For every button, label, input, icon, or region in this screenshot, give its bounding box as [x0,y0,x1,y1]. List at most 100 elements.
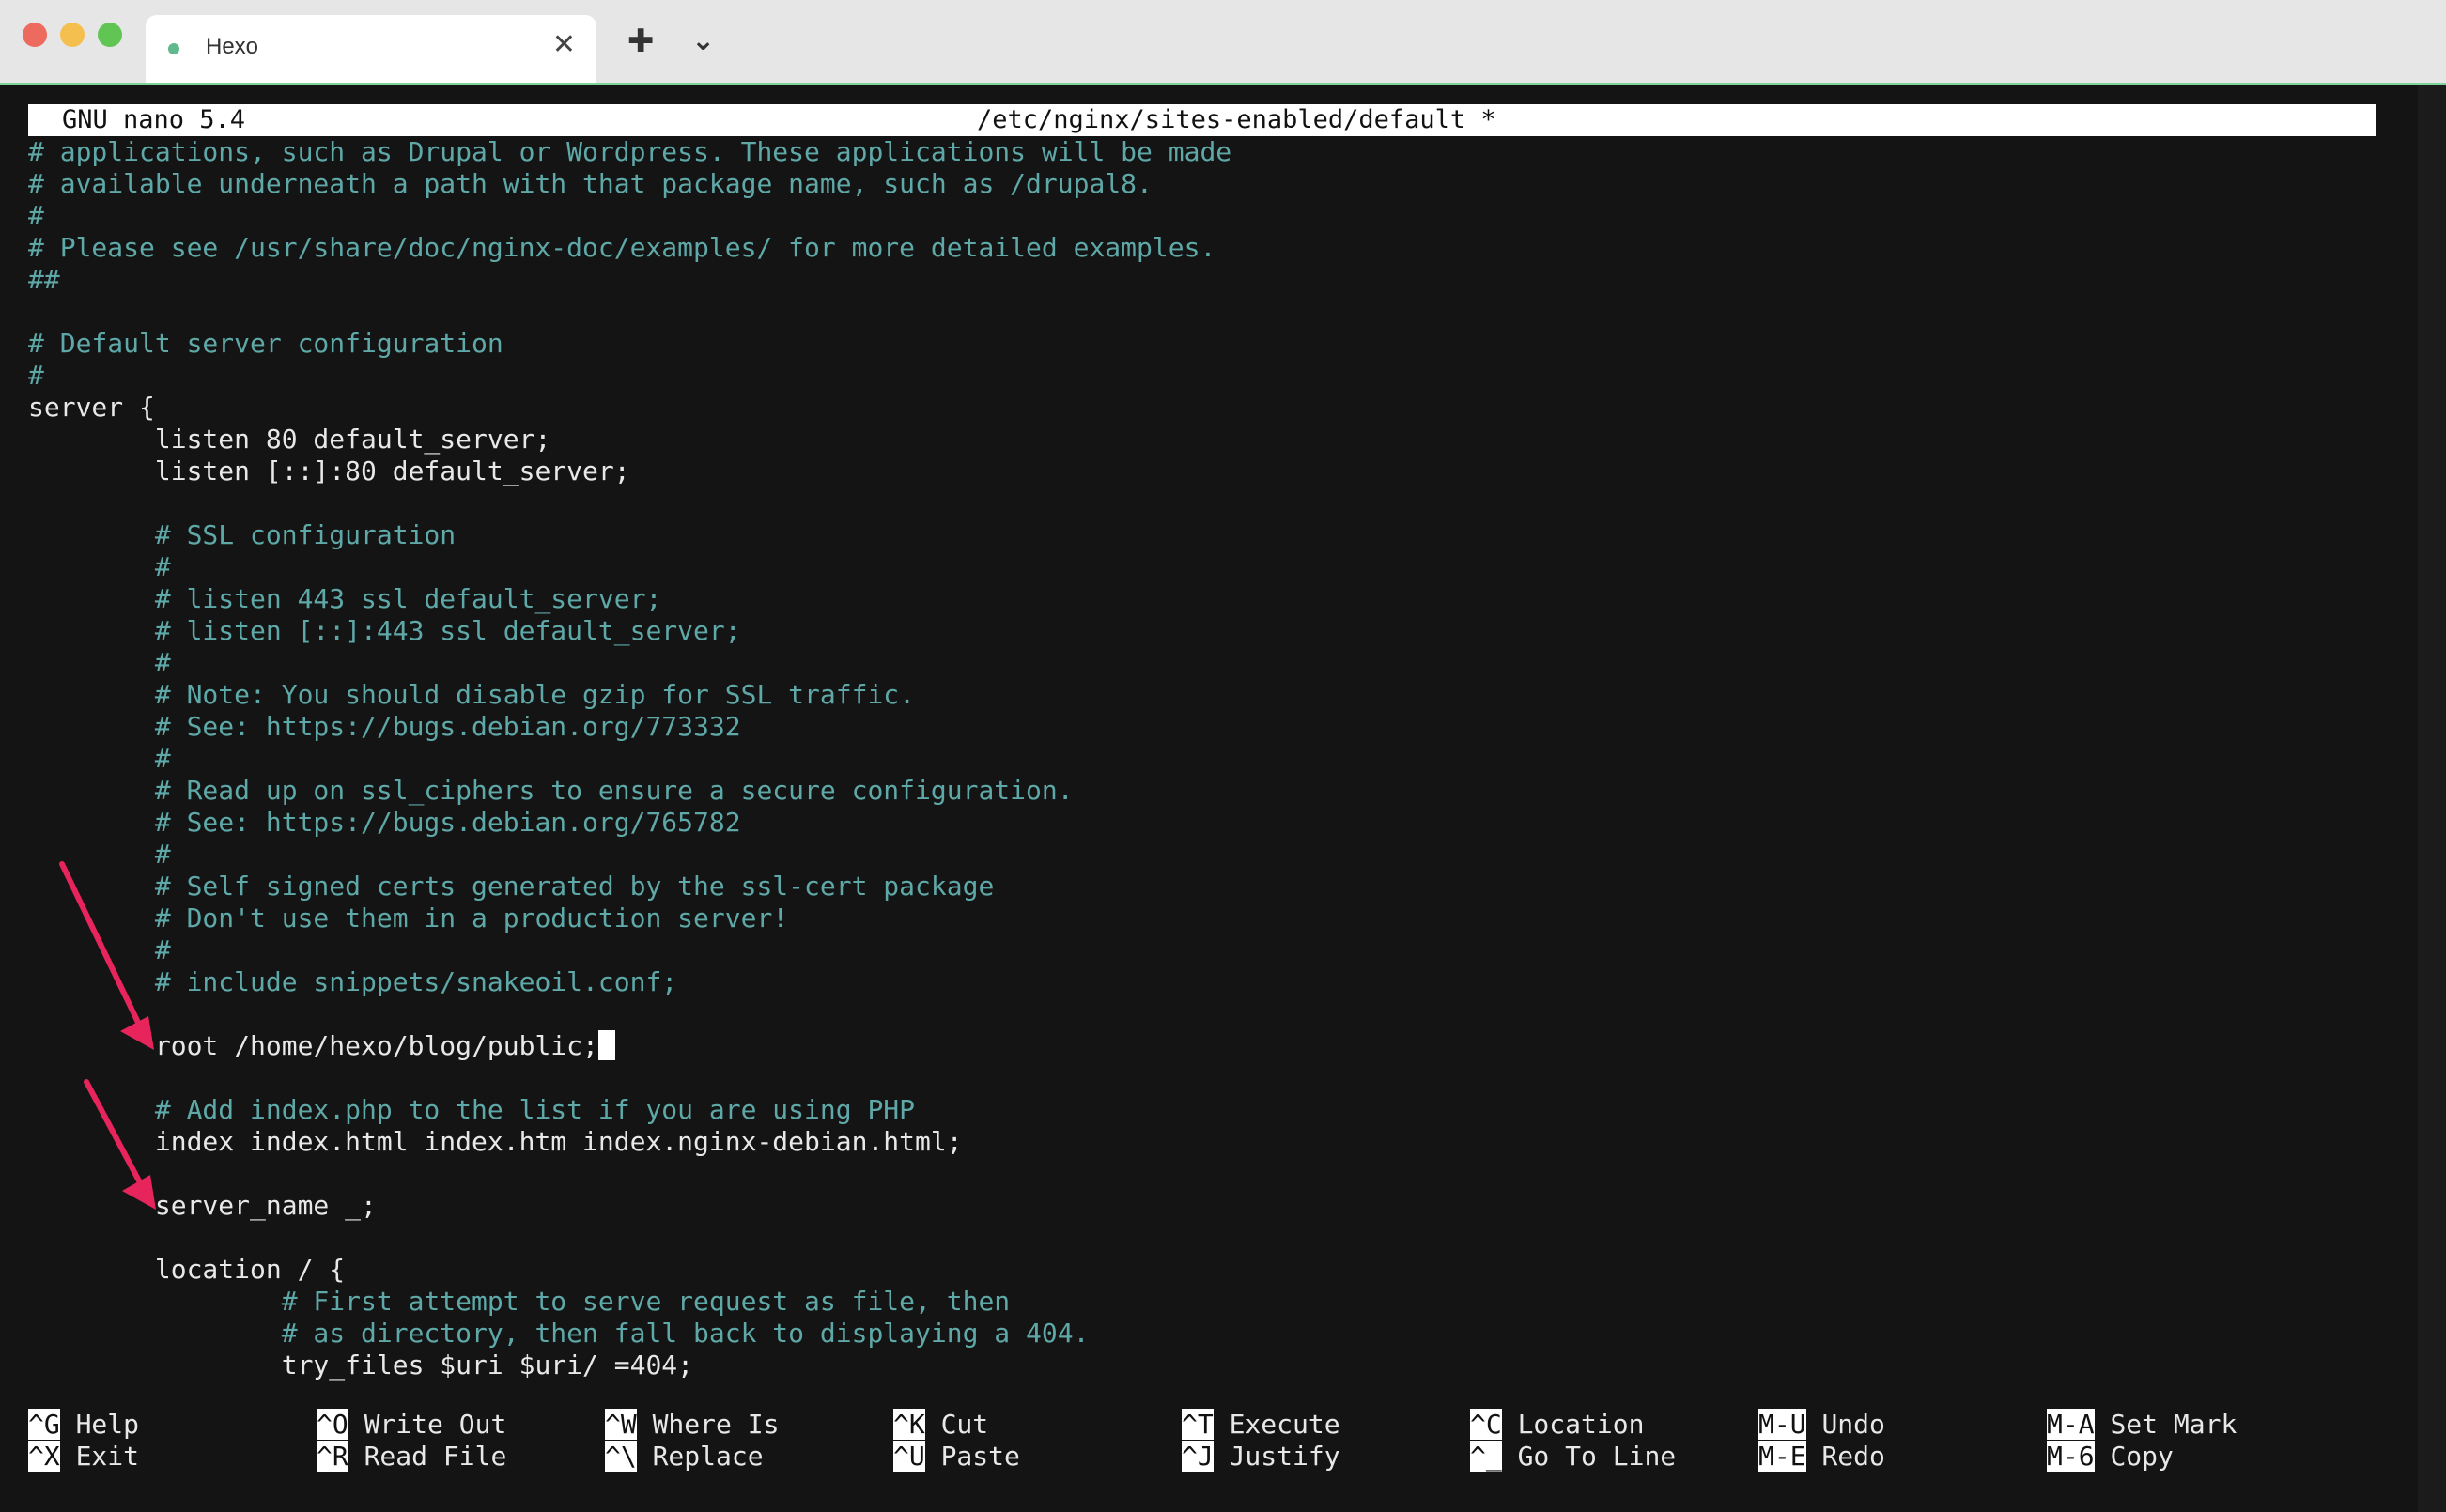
shortcut-label: Copy [2110,1441,2174,1472]
shortcut-key: ^R [317,1441,348,1472]
tab-status-dot-icon [168,43,179,54]
line-text: # Don't use them in a production server! [28,903,789,933]
comment-line: # available underneath a path with that … [28,168,1153,200]
shortcut-label: Location [1517,1409,1645,1440]
shortcut-key: ^C [1470,1409,1502,1440]
close-tab-icon[interactable]: ✕ [552,28,576,62]
line-text: # [28,934,171,965]
comment-line: # [28,200,44,232]
line-text: # applications, such as Drupal or Wordpr… [28,136,1232,167]
shortcut-key: ^_ [1470,1441,1502,1472]
app-window: Hexo ✕ ✚ ⌄ GNU nano 5.4 /etc/nginx/sites… [0,0,2446,1512]
tab-hexo[interactable]: Hexo ✕ [146,15,596,83]
shortcut-write-out[interactable]: ^O Write Out [317,1409,506,1441]
shortcut-help[interactable]: ^G Help [28,1409,139,1441]
comment-line: # Please see /usr/share/doc/nginx-doc/ex… [28,232,1215,264]
shortcut-cut[interactable]: ^K Cut [893,1409,988,1441]
comment-line: # include snippets/snakeoil.conf; [28,966,677,998]
shortcut-set-mark[interactable]: M-A Set Mark [2047,1409,2237,1441]
comment-line: # SSL configuration [28,519,456,551]
line-text: # [28,551,171,582]
nano-title-bar: GNU nano 5.4 /etc/nginx/sites-enabled/de… [28,104,2376,136]
line-text: # include snippets/snakeoil.conf; [28,966,678,997]
line-text: # [28,839,171,870]
shortcut-key: ^K [893,1409,925,1440]
shortcut-exit[interactable]: ^X Exit [28,1441,139,1473]
shortcut-key: ^J [1182,1441,1214,1472]
shortcut-undo[interactable]: M-U Undo [1758,1409,1885,1441]
shortcut-label: Undo [1821,1409,1885,1440]
line-text: listen [::]:80 default_server; [28,455,630,486]
line-text: # [28,647,171,678]
shortcut-label: Read File [364,1441,507,1472]
code-line: try_files $uri $uri/ =404; [28,1350,693,1381]
shortcut-key: ^W [605,1409,637,1440]
comment-line: # See: https://bugs.debian.org/773332 [28,711,741,743]
code-line: server_name _; [28,1190,377,1222]
line-text: ## [28,264,60,295]
line-text: # Add index.php to the list if you are u… [28,1094,916,1125]
comment-line: # listen [::]:443 ssl default_server; [28,615,741,647]
line-text: # [28,743,171,774]
shortcut-label: Justify [1229,1441,1340,1472]
file-path: /etc/nginx/sites-enabled/default * [977,105,1496,134]
new-tab-icon[interactable]: ✚ [627,23,655,60]
tab-title: Hexo [206,34,259,59]
terminal[interactable]: GNU nano 5.4 /etc/nginx/sites-enabled/de… [0,85,2446,1512]
line-text: # as directory, then fall back to displa… [28,1318,1090,1349]
minimize-window-button[interactable] [60,23,85,47]
shortcut-execute[interactable]: ^T Execute [1182,1409,1340,1441]
shortcut-key: ^O [317,1409,348,1440]
comment-line: # Note: You should disable gzip for SSL … [28,679,915,711]
line-text: server { [28,392,155,423]
comment-line: # See: https://bugs.debian.org/765782 [28,807,741,839]
comment-line: # Default server configuration [28,328,503,360]
comment-line: # Self signed certs generated by the ssl… [28,871,994,903]
code-line: listen [::]:80 default_server; [28,455,630,487]
shortcut-location[interactable]: ^C Location [1470,1409,1644,1441]
line-text: # listen [::]:443 ssl default_server; [28,615,741,646]
shortcut-key: M-6 [2047,1441,2095,1472]
shortcut-label: Cut [940,1409,989,1440]
text-cursor [597,1030,615,1060]
line-text: server_name _; [28,1190,377,1221]
line-text: # listen 443 ssl default_server; [28,583,662,614]
comment-line: # First attempt to serve request as file… [28,1286,1010,1318]
code-line: index index.html index.htm index.nginx-d… [28,1126,963,1158]
shortcut-read-file[interactable]: ^R Read File [317,1441,506,1473]
code-line: location / { [28,1254,345,1286]
shortcut-copy[interactable]: M-6 Copy [2047,1441,2174,1473]
shortcut-justify[interactable]: ^J Justify [1182,1441,1340,1473]
shortcut-label: Execute [1229,1409,1340,1440]
comment-line: # [28,839,171,871]
code-line: root /home/hexo/blog/public; [28,1030,615,1062]
shortcut-key: ^U [893,1441,925,1472]
shortcut-label: Write Out [364,1409,507,1440]
shortcut-paste[interactable]: ^U Paste [893,1441,1020,1473]
scrollbar[interactable] [2418,85,2446,1512]
shortcut-label: Where Is [652,1409,780,1440]
line-text: # Read up on ssl_ciphers to ensure a sec… [28,775,1074,806]
shortcut-key: ^\ [605,1441,637,1472]
shortcut-replace[interactable]: ^\ Replace [605,1441,764,1473]
shortcut-redo[interactable]: M-E Redo [1758,1441,1885,1473]
line-text: root /home/hexo/blog/public; [28,1030,598,1061]
comment-line: # [28,551,171,583]
line-text: index index.html index.htm index.nginx-d… [28,1126,963,1157]
line-text: try_files $uri $uri/ =404; [28,1350,694,1381]
shortcut-help-bar: ^G Help ^X Exit ^O Write Out ^R Read File ^W… [0,1409,2446,1493]
line-text: # See: https://bugs.debian.org/765782 [28,807,741,838]
line-text: # See: https://bugs.debian.org/773332 [28,711,741,742]
editor-buffer[interactable]: # applications, such as Drupal or Wordpr… [28,136,2376,1470]
close-window-button[interactable] [23,23,47,47]
comment-line: ## [28,264,60,296]
shortcut-where-is[interactable]: ^W Where Is [605,1409,779,1441]
shortcut-go-to-line[interactable]: ^_ Go To Line [1470,1441,1676,1473]
shortcut-label: Go To Line [1517,1441,1677,1472]
shortcut-key: ^G [28,1409,60,1440]
comment-line: # [28,743,171,775]
shortcut-label: Exit [75,1441,140,1472]
chevron-down-icon[interactable]: ⌄ [691,23,715,60]
line-text: # SSL configuration [28,519,457,550]
zoom-window-button[interactable] [98,23,122,47]
